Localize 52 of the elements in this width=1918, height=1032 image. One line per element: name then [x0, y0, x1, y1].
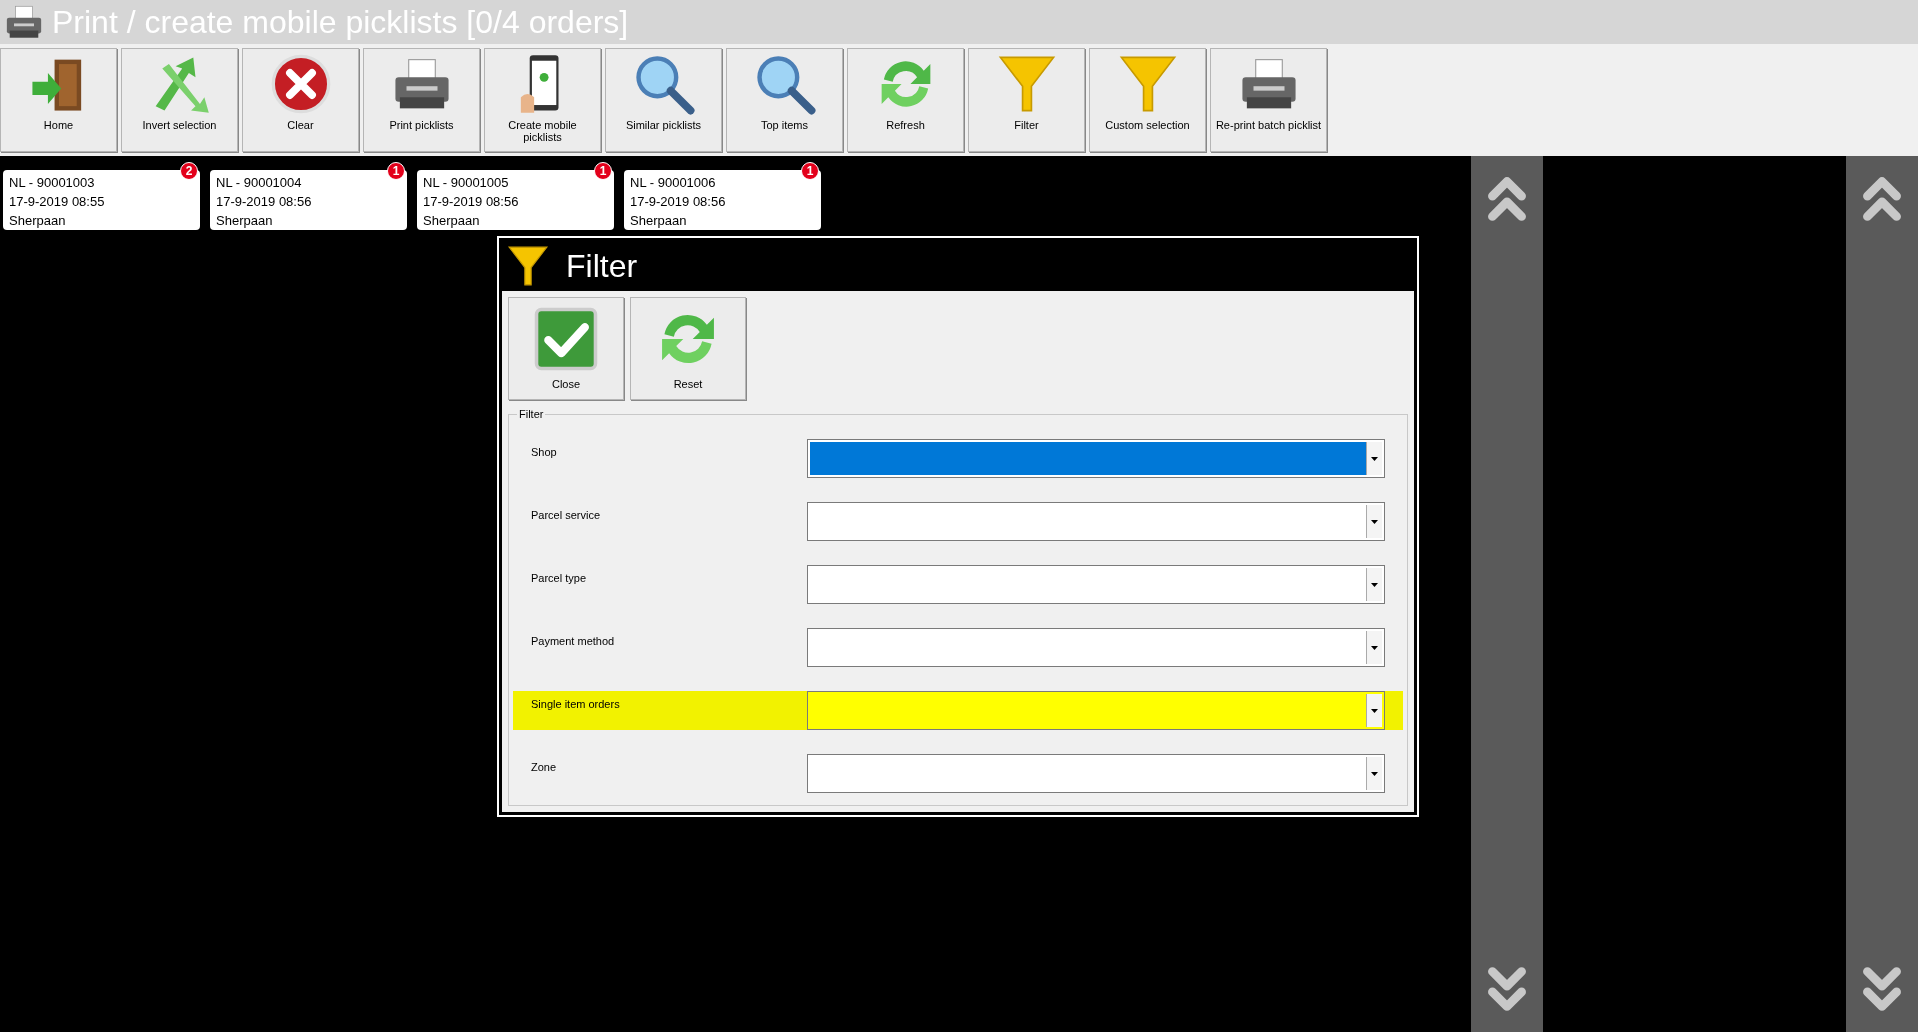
field-label: Parcel service [531, 508, 602, 523]
dialog-button[interactable]: Reset [630, 297, 746, 400]
toolbar-button[interactable]: Filter [968, 48, 1085, 152]
order-number: NL - 90001006 [630, 174, 717, 192]
toolbar-button[interactable]: Top items [726, 48, 843, 152]
toolbar-button[interactable]: Refresh [847, 48, 964, 152]
field-label: Payment method [531, 634, 616, 649]
order-number: NL - 90001005 [423, 174, 510, 192]
dropdown-arrow-icon[interactable] [1371, 708, 1378, 713]
dropdown-field[interactable] [807, 691, 1385, 730]
dropdown-arrow-icon[interactable] [1371, 645, 1378, 650]
dropdown-arrow-icon[interactable] [1371, 771, 1378, 776]
field-label: Single item orders [531, 697, 621, 712]
dropdown-field[interactable] [807, 565, 1385, 604]
count-badge: 1 [801, 162, 819, 180]
toolbar-button[interactable]: Create mobile picklists [484, 48, 601, 152]
count-badge: 2 [180, 162, 198, 180]
checkmark-icon [533, 306, 599, 372]
order-date: 17-9-2019 08:56 [216, 193, 313, 211]
order-number: NL - 90001004 [216, 174, 303, 192]
order-shop: Sherpaan [9, 212, 67, 230]
field-label: Parcel type [531, 571, 588, 586]
group-label: Filter [517, 408, 546, 420]
count-badge: 1 [594, 162, 612, 180]
dialog-title: Filter [566, 250, 638, 282]
order-number: NL - 90001003 [9, 174, 96, 192]
toolbar-button[interactable]: Custom selection [1089, 48, 1206, 152]
clear-icon [269, 53, 332, 115]
count-badge: 1 [387, 162, 405, 180]
toolbar-button[interactable]: Clear [242, 48, 359, 152]
order-date: 17-9-2019 08:55 [9, 193, 106, 211]
toolbar-button[interactable]: Similar picklists [605, 48, 722, 152]
dialog-button[interactable]: Close [508, 297, 624, 400]
field-label: Shop [531, 445, 558, 460]
dropdown-field[interactable] [807, 628, 1385, 667]
funnel-icon [506, 244, 550, 288]
toolbar-button[interactable]: Invert selection [121, 48, 238, 152]
dropdown-field[interactable] [807, 439, 1385, 478]
toolbar-button[interactable]: Re-print batch picklist [1210, 48, 1327, 152]
dropdown-arrow-icon[interactable] [1371, 456, 1378, 461]
order-shop: Sherpaan [630, 212, 688, 230]
dropdown-field[interactable] [807, 754, 1385, 793]
order-shop: Sherpaan [216, 212, 274, 230]
toolbar-button[interactable]: Print picklists [363, 48, 480, 152]
dropdown-field[interactable] [807, 502, 1385, 541]
order-date: 17-9-2019 08:56 [423, 193, 520, 211]
dropdown-arrow-icon[interactable] [1371, 582, 1378, 587]
field-label: Zone [531, 760, 558, 775]
order-date: 17-9-2019 08:56 [630, 193, 727, 211]
toolbar-button[interactable]: Home [0, 48, 117, 152]
dropdown-arrow-icon[interactable] [1371, 519, 1378, 524]
order-shop: Sherpaan [423, 212, 481, 230]
